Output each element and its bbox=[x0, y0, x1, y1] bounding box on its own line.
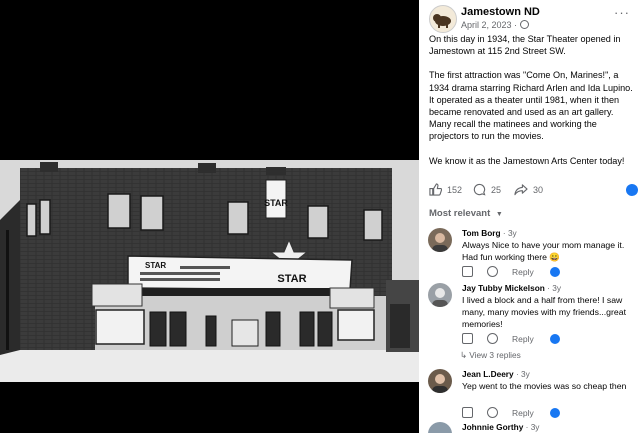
marquee-left-sign: STAR bbox=[145, 261, 166, 270]
more-options-icon[interactable]: ··· bbox=[614, 5, 630, 20]
commenter-avatar[interactable] bbox=[428, 422, 452, 433]
thumbs-up-icon bbox=[429, 183, 442, 196]
post-actions-bar: 152 25 30 bbox=[429, 183, 639, 199]
post-body: On this day in 1934, the Star Theater op… bbox=[429, 33, 634, 179]
post-panel: Jamestown ND April 2, 2023 · ··· On this… bbox=[419, 0, 640, 433]
like-reaction-badge-icon bbox=[626, 184, 638, 196]
commenter-avatar[interactable] bbox=[428, 369, 452, 393]
share-arrow-icon bbox=[514, 184, 528, 196]
reply-button[interactable]: Reply bbox=[512, 408, 534, 418]
like-badge-icon bbox=[549, 266, 560, 277]
comment-sort-dropdown[interactable]: Most relevant ▼ bbox=[429, 208, 503, 219]
reply-arrow-icon: ↳ bbox=[460, 350, 467, 360]
like-action[interactable]: 152 bbox=[429, 183, 462, 196]
reply-button[interactable]: Reply bbox=[512, 267, 534, 277]
sort-label: Most relevant bbox=[429, 208, 491, 219]
comment-item: Tom Borg · 3y Always Nice to have your m… bbox=[428, 228, 638, 280]
post-paragraph: We know it as the Jamestown Arts Center … bbox=[429, 155, 625, 166]
share-count: 30 bbox=[533, 184, 544, 195]
commenter-name[interactable]: Jean L.Deery · 3y bbox=[462, 369, 530, 379]
commenter-name-text: Jay Tubby Mickelson bbox=[462, 283, 545, 293]
comment-item: Jean L.Deery · 3y Yep went to the movies… bbox=[428, 369, 638, 419]
commenter-name[interactable]: Johnnie Gorthy · 3y bbox=[462, 422, 539, 432]
comment-item: Jay Tubby Mickelson · 3y I lived a block… bbox=[428, 283, 638, 344]
thumbs-up-icon[interactable] bbox=[462, 407, 473, 418]
comment-actions: Reply bbox=[462, 333, 560, 344]
post-date-text: April 2, 2023 · bbox=[461, 20, 518, 30]
comment-item: Johnnie Gorthy · 3y bbox=[428, 422, 638, 433]
comment-text: I lived a block and a half from there! I… bbox=[462, 295, 626, 329]
commenter-name-text: Johnnie Gorthy bbox=[462, 422, 524, 432]
comment-age: · 3y bbox=[502, 228, 517, 238]
comment-bubble-icon bbox=[473, 183, 486, 196]
post-header: Jamestown ND April 2, 2023 · ··· bbox=[429, 5, 634, 33]
person-photo-icon bbox=[432, 288, 448, 307]
commenter-name-text: Tom Borg bbox=[462, 228, 501, 238]
share-action[interactable]: 30 bbox=[514, 183, 543, 196]
commenter-name[interactable]: Jay Tubby Mickelson · 3y bbox=[462, 283, 561, 293]
bison-logo-icon bbox=[433, 14, 451, 28]
thumbs-up-icon[interactable] bbox=[462, 266, 473, 277]
comment-age: · 3y bbox=[515, 369, 530, 379]
star-theater-photo: STAR STAR STAR bbox=[0, 160, 419, 382]
comment-age: · 3y bbox=[525, 422, 540, 432]
comment-action[interactable]: 25 bbox=[473, 183, 501, 196]
chevron-down-icon: ▼ bbox=[495, 211, 503, 218]
comment-actions: Reply bbox=[462, 407, 560, 418]
comment-text: Always Nice to have your mom manage it. … bbox=[462, 240, 625, 262]
view-replies-text: View 3 replies bbox=[469, 350, 521, 360]
comment-text: Yep went to the movies was so cheap then bbox=[462, 381, 627, 391]
like-badge-icon bbox=[549, 407, 560, 418]
comment-actions: Reply bbox=[462, 266, 560, 277]
reply-button[interactable]: Reply bbox=[512, 334, 534, 344]
vertical-sign-text: STAR bbox=[264, 198, 288, 208]
commenter-avatar[interactable] bbox=[428, 228, 452, 252]
marquee-main-sign: STAR bbox=[277, 273, 306, 285]
post-paragraph: The first attraction was "Come On, Marin… bbox=[429, 70, 633, 142]
comment-count: 25 bbox=[491, 184, 502, 195]
person-photo-icon bbox=[432, 374, 448, 393]
thumbs-up-icon[interactable] bbox=[462, 333, 473, 344]
post-timestamp[interactable]: April 2, 2023 · bbox=[461, 20, 529, 30]
person-photo-icon bbox=[432, 233, 448, 252]
view-replies-link[interactable]: ↳ View 3 replies bbox=[460, 350, 521, 360]
reaction-count: 152 bbox=[447, 184, 463, 195]
commenter-name[interactable]: Tom Borg · 3y bbox=[462, 228, 517, 238]
page-avatar[interactable] bbox=[429, 5, 457, 33]
globe-icon bbox=[519, 20, 529, 29]
page-name-link[interactable]: Jamestown ND bbox=[461, 6, 540, 18]
comment-bubble-icon[interactable] bbox=[487, 333, 498, 344]
comment-bubble-icon[interactable] bbox=[487, 407, 498, 418]
commenter-name-text: Jean L.Deery bbox=[462, 369, 514, 379]
photo-viewer: STAR STAR STAR bbox=[0, 0, 419, 433]
post-paragraph: On this day in 1934, the Star Theater op… bbox=[429, 34, 621, 57]
like-badge-icon bbox=[549, 333, 560, 344]
comment-bubble-icon[interactable] bbox=[487, 266, 498, 277]
commenter-avatar[interactable] bbox=[428, 283, 452, 307]
comment-age: · 3y bbox=[547, 283, 561, 293]
